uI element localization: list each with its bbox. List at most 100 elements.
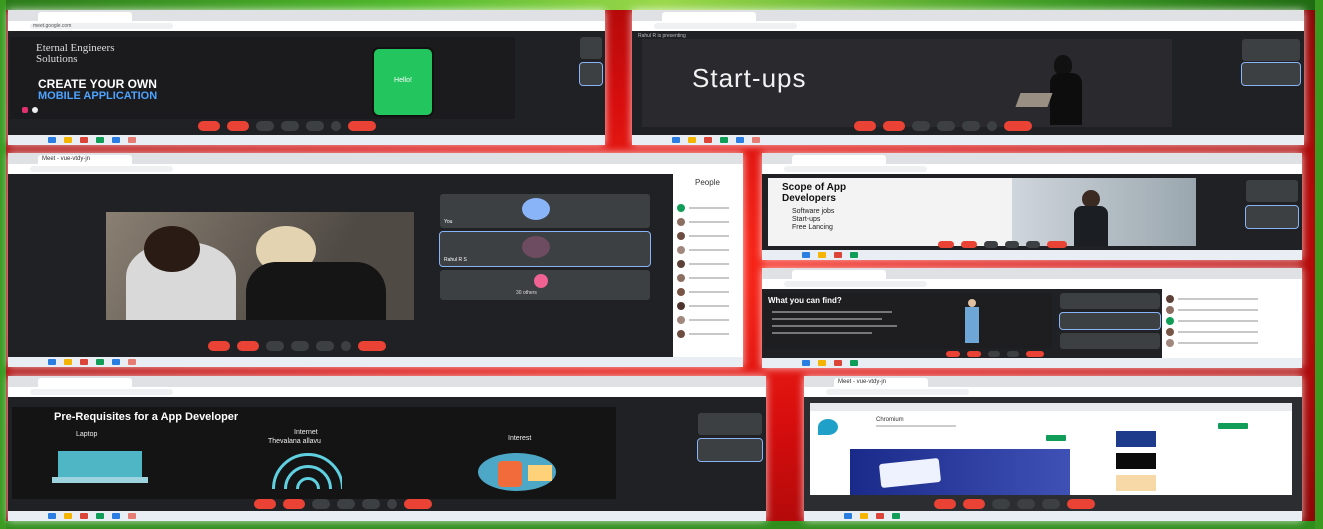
present-button[interactable] — [306, 121, 324, 131]
url-field[interactable] — [784, 166, 927, 172]
captions-button[interactable] — [912, 121, 930, 131]
url-field[interactable] — [784, 281, 927, 287]
raise-hand-button[interactable] — [281, 121, 299, 131]
browser-tab[interactable] — [792, 270, 886, 279]
participant-tile[interactable] — [580, 37, 602, 59]
camera-button[interactable] — [283, 499, 305, 509]
hangup-button[interactable] — [1067, 499, 1095, 509]
camera-button[interactable] — [227, 121, 249, 131]
browser-tab[interactable]: Meet - vue-vtdy-jn — [38, 155, 132, 164]
captions-button[interactable] — [984, 241, 998, 248]
side-card-1[interactable] — [1116, 431, 1156, 447]
participant-tile[interactable] — [1242, 39, 1300, 61]
camera-button[interactable] — [883, 121, 905, 131]
participant-tile-you[interactable]: You — [440, 194, 650, 228]
mic-button[interactable] — [208, 341, 230, 351]
browser-tab[interactable] — [792, 155, 886, 164]
more-button[interactable] — [387, 499, 397, 509]
wifi-icon — [272, 453, 342, 489]
mic-button[interactable] — [198, 121, 220, 131]
taskbar — [762, 358, 1302, 368]
captions-button[interactable] — [266, 341, 284, 351]
get-button[interactable] — [1218, 423, 1248, 429]
browser-tab[interactable] — [662, 12, 756, 21]
present-button[interactable] — [962, 121, 980, 131]
present-button[interactable] — [362, 499, 380, 509]
hangup-button[interactable] — [1047, 241, 1067, 248]
slide: What you can find? — [764, 293, 1052, 349]
bullet-3: Free Lancing — [792, 224, 833, 231]
taskbar — [804, 511, 1302, 521]
meet-view: Eternal Engineers Solutions CREATE YOUR … — [8, 31, 605, 135]
present-button[interactable] — [1042, 499, 1060, 509]
others-tile[interactable] — [1060, 333, 1160, 349]
participant-tile[interactable] — [1060, 293, 1160, 309]
hangup-button[interactable] — [1004, 121, 1032, 131]
captions-button[interactable] — [988, 351, 1000, 357]
screenshot-video-call: Meet - vue-vtdy-jn You Rahul R S 30 othe… — [8, 153, 743, 367]
participant-tile[interactable] — [1246, 180, 1298, 202]
camera-button[interactable] — [963, 499, 985, 509]
more-button[interactable] — [341, 341, 351, 351]
participant-tile-active[interactable] — [1059, 312, 1161, 330]
camera-button[interactable] — [967, 351, 981, 357]
raise-hand-button[interactable] — [937, 121, 955, 131]
tab-bar — [762, 153, 1302, 164]
browser-tab[interactable]: Meet - vue-vtdy-jn — [834, 378, 928, 387]
laptop-icon — [52, 451, 148, 485]
camera-button[interactable] — [237, 341, 259, 351]
raise-hand-button[interactable] — [337, 499, 355, 509]
hangup-button[interactable] — [348, 121, 376, 131]
url-field[interactable] — [30, 166, 173, 172]
people-panel: People — [673, 174, 743, 357]
side-card-3[interactable] — [1116, 475, 1156, 491]
raise-hand-button[interactable] — [1017, 499, 1035, 509]
participant-tile-active[interactable] — [697, 438, 763, 462]
slide-title: What you can find? — [768, 296, 842, 305]
bullet-1: Software jobs — [792, 208, 835, 215]
others-tile[interactable]: 30 others — [440, 270, 650, 300]
slide-title: Pre-Requisites for a App Developer — [54, 411, 239, 423]
browser-tab[interactable] — [38, 378, 132, 387]
mic-button[interactable] — [254, 499, 276, 509]
raise-hand-button[interactable] — [291, 341, 309, 351]
more-button[interactable] — [331, 121, 341, 131]
participant-tile-active[interactable] — [579, 62, 603, 86]
present-button[interactable] — [316, 341, 334, 351]
app-logo — [818, 419, 838, 435]
camera-button[interactable] — [961, 241, 977, 248]
mic-button[interactable] — [934, 499, 956, 509]
url-field[interactable]: meet.google.com — [30, 23, 173, 29]
mic-button[interactable] — [946, 351, 960, 357]
slide: Start-ups — [642, 39, 1172, 127]
url-field[interactable] — [30, 389, 173, 395]
url-field[interactable] — [826, 389, 969, 395]
col-internet-sub: Thevalana allavu — [268, 438, 321, 445]
url-field[interactable] — [654, 23, 797, 29]
present-button[interactable] — [1026, 241, 1040, 248]
participant-tile[interactable] — [698, 413, 762, 435]
hangup-button[interactable] — [404, 499, 432, 509]
browser-tab[interactable] — [38, 12, 132, 21]
captions-button[interactable] — [312, 499, 330, 509]
more-button[interactable] — [987, 121, 997, 131]
side-card-2[interactable] — [1116, 453, 1156, 469]
taskbar — [632, 135, 1304, 145]
present-button[interactable] — [1007, 351, 1019, 357]
slide: Scope of App Developers Software jobs St… — [768, 178, 1196, 246]
captions-button[interactable] — [992, 499, 1010, 509]
hangup-button[interactable] — [1026, 351, 1044, 357]
participant-tile-active[interactable] — [1241, 62, 1301, 86]
participant-tile-active[interactable] — [1245, 205, 1299, 229]
avatar — [534, 274, 548, 288]
mic-button[interactable] — [938, 241, 954, 248]
mic-button[interactable] — [854, 121, 876, 131]
install-button[interactable] — [1046, 435, 1066, 441]
raise-hand-button[interactable] — [1005, 241, 1019, 248]
tab-bar: Meet - vue-vtdy-jn — [804, 376, 1302, 387]
hangup-button[interactable] — [358, 341, 386, 351]
captions-button[interactable] — [256, 121, 274, 131]
participant-tile-active[interactable]: Rahul R S — [439, 231, 651, 267]
slide: Eternal Engineers Solutions CREATE YOUR … — [10, 37, 515, 119]
tagline-2: MOBILE APPLICATION — [38, 90, 158, 102]
